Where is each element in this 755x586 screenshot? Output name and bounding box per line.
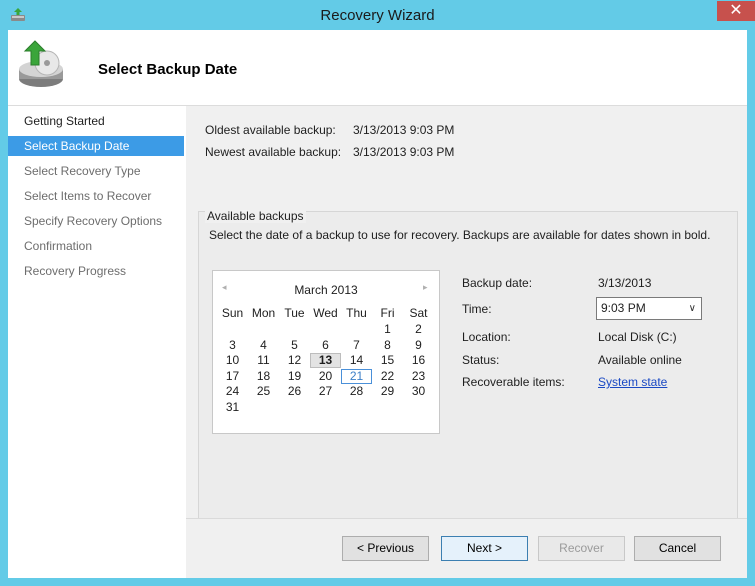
nav-step-getting-started[interactable]: Getting Started <box>8 111 184 131</box>
nav-step-recovery-progress: Recovery Progress <box>24 264 127 278</box>
calendar-day[interactable]: 6 <box>310 338 341 353</box>
calendar-weekday: Thu <box>346 306 367 320</box>
calendar-day[interactable]: 15 <box>372 353 403 368</box>
nav-step-confirmation: Confirmation <box>24 239 93 253</box>
location-label: Location: <box>462 330 511 344</box>
backup-date-value: 3/13/2013 <box>598 276 652 290</box>
nav-step-select-backup-date[interactable]: Select Backup Date <box>8 136 184 156</box>
calendar-day[interactable]: 8 <box>372 338 403 353</box>
calendar-day[interactable]: 30 <box>403 384 434 399</box>
backup-date-label: Backup date: <box>462 276 533 290</box>
disk-restore-icon <box>19 40 63 87</box>
calendar-month-title[interactable]: March 2013 <box>213 283 439 297</box>
calendar-day[interactable]: 5 <box>279 338 310 353</box>
calendar-day[interactable]: 26 <box>279 384 310 399</box>
calendar-day[interactable]: 18 <box>248 369 279 384</box>
time-select[interactable]: 9:03 PM ∨ <box>596 297 702 320</box>
time-select-value: 9:03 PM <box>601 301 646 315</box>
nav-step-specify-options: Specify Recovery Options <box>24 214 163 228</box>
calendar-day[interactable]: 12 <box>279 353 310 368</box>
nav-step-select-items: Select Items to Recover <box>24 189 152 203</box>
calendar-day[interactable]: 24 <box>217 384 248 399</box>
calendar-day[interactable]: 23 <box>403 369 434 384</box>
wizard-steps-nav: Getting Started Select Backup Date Selec… <box>8 106 186 578</box>
newest-backup-label: Newest available backup: <box>205 145 342 159</box>
status-value: Available online <box>598 353 682 367</box>
next-button[interactable]: Next > <box>441 536 528 561</box>
calendar-day[interactable]: 20 <box>310 369 341 384</box>
wizard-client-area: Select Backup Date Getting Started Selec… <box>8 30 747 578</box>
calendar-day[interactable]: 21 <box>341 368 372 384</box>
calendar-day[interactable]: 1 <box>372 322 403 337</box>
calendar-day[interactable]: 14 <box>341 353 372 368</box>
calendar-day[interactable]: 27 <box>310 384 341 399</box>
calendar-weekday: Mon <box>251 306 276 320</box>
available-backups-title: Available backups <box>205 209 306 223</box>
window-title: Recovery Wizard <box>320 7 435 24</box>
calendar-day[interactable]: 3 <box>217 338 248 353</box>
previous-button[interactable]: < Previous <box>342 536 429 561</box>
calendar-day[interactable]: 19 <box>279 369 310 384</box>
nav-step-select-recovery-type: Select Recovery Type <box>24 164 141 178</box>
calendar-day[interactable]: 9 <box>403 338 434 353</box>
calendar-weekday: Fri <box>380 306 395 320</box>
calendar-day[interactable]: 7 <box>341 338 372 353</box>
calendar-weekday: Sun <box>221 306 244 320</box>
wizard-content: Oldest available backup: 3/13/2013 9:03 … <box>186 106 747 525</box>
chevron-down-icon: ∨ <box>688 303 696 314</box>
calendar-day[interactable]: 17 <box>217 369 248 384</box>
recover-button: Recover <box>538 536 625 561</box>
calendar-weekday: Wed <box>313 306 338 320</box>
page-title: Select Backup Date <box>98 61 238 78</box>
recoverable-items-link[interactable]: System state <box>598 375 667 389</box>
calendar-day[interactable]: 25 <box>248 384 279 399</box>
wizard-footer: < Previous Next > Recover Cancel <box>186 518 747 578</box>
calendar-day[interactable]: 11 <box>248 353 279 368</box>
calendar-next-month-icon[interactable]: ▸ <box>423 282 428 293</box>
calendar-weekday: Sat <box>409 306 428 320</box>
calendar-day[interactable]: 29 <box>372 384 403 399</box>
calendar-day[interactable]: 10 <box>217 353 248 368</box>
time-label: Time: <box>462 302 492 316</box>
calendar-day[interactable]: 28 <box>341 384 372 399</box>
calendar-weekday: Tue <box>284 306 305 320</box>
calendar-day[interactable]: 22 <box>372 369 403 384</box>
available-backups-description: Select the date of a backup to use for r… <box>209 228 711 242</box>
calendar-day-selected[interactable]: 13 <box>310 353 341 368</box>
oldest-backup-value: 3/13/2013 9:03 PM <box>353 123 455 137</box>
calendar-day[interactable]: 4 <box>248 338 279 353</box>
status-label: Status: <box>462 353 500 367</box>
close-button[interactable]: ✕ <box>717 1 755 21</box>
wizard-header: Select Backup Date <box>8 30 747 106</box>
calendar-day[interactable]: 2 <box>403 322 434 337</box>
backup-calendar[interactable]: ◂ March 2013 ▸ Sun Mon Tue Wed Thu Fri Sat 1 2 3 4… <box>212 270 440 434</box>
calendar-day[interactable]: 16 <box>403 353 434 368</box>
recovery-wizard-window: Recovery Wizard ✕ Select Backup Date Get… <box>0 0 755 586</box>
oldest-backup-label: Oldest available backup: <box>205 123 336 137</box>
location-value: Local Disk (C:) <box>598 330 677 344</box>
title-bar[interactable]: Recovery Wizard ✕ <box>0 0 755 30</box>
cancel-button[interactable]: Cancel <box>634 536 721 561</box>
newest-backup-value: 3/13/2013 9:03 PM <box>353 145 455 159</box>
close-icon: ✕ <box>729 2 743 19</box>
recoverable-items-label: Recoverable items: <box>462 375 565 389</box>
calendar-day[interactable]: 31 <box>217 400 248 415</box>
